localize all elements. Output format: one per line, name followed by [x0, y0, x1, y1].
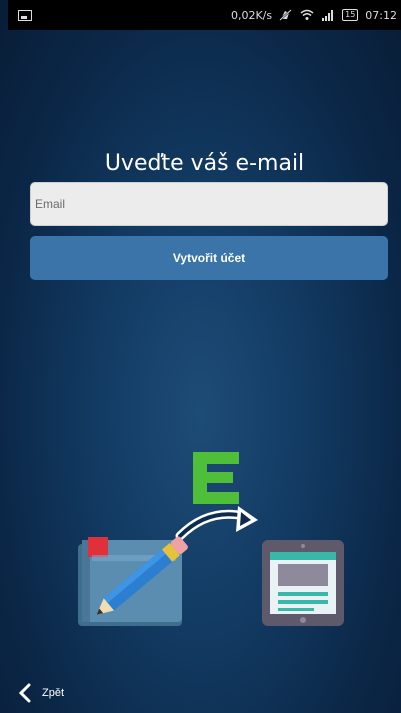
create-account-button[interactable]: Vytvořit účet	[30, 236, 388, 280]
letter-e-icon	[193, 452, 239, 504]
network-speed: 0,02K/s	[230, 8, 273, 22]
clock: 07:12	[365, 8, 397, 22]
muted-icon	[279, 9, 292, 21]
image-notification-icon	[18, 9, 32, 21]
tablet-icon	[262, 540, 344, 626]
battery-icon: 15	[342, 9, 359, 21]
app-frame: 0,02K/s 15 07:12 Uveďte váš e-mail Vyt	[8, 0, 401, 713]
back-label: Zpět	[42, 687, 65, 699]
status-bar: 0,02K/s 15 07:12	[8, 0, 401, 30]
email-field[interactable]	[30, 182, 388, 226]
page-title: Uveďte váš e-mail	[104, 151, 305, 176]
curved-arrow-icon	[175, 506, 258, 541]
signal-icon	[322, 10, 334, 21]
illustration	[8, 440, 401, 640]
notebook-pencil-icon	[78, 536, 188, 626]
chevron-left-icon	[18, 683, 31, 703]
wifi-icon	[300, 9, 314, 20]
back-button[interactable]: Zpět	[18, 683, 64, 703]
